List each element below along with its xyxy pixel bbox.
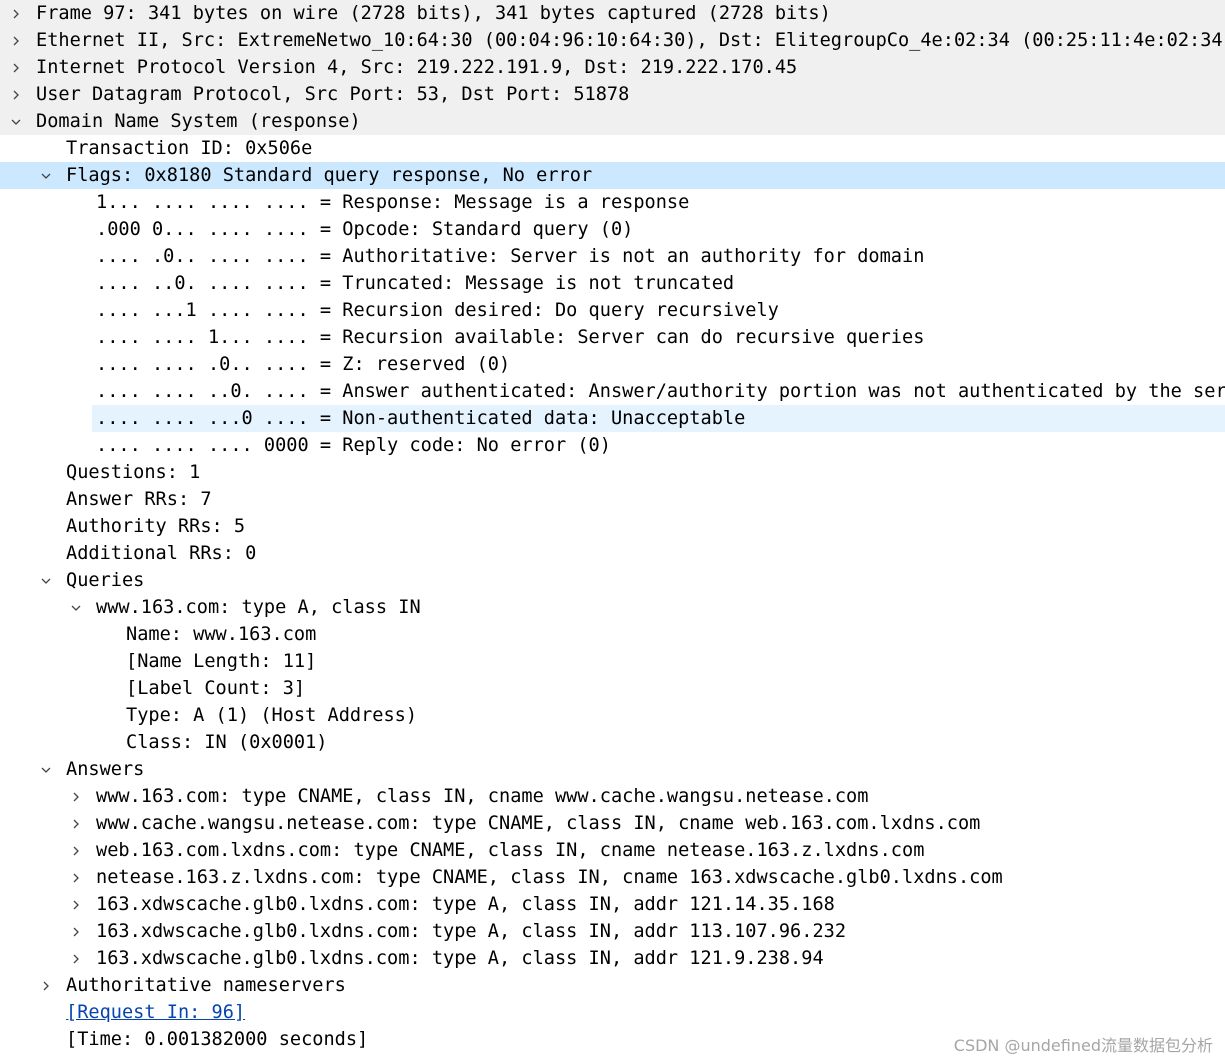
- tree-label: 1... .... .... .... = Response: Message …: [96, 192, 690, 213]
- tree-row-answer-rrs[interactable]: Answer RRs: 7: [0, 486, 1225, 513]
- tree-label: Authority RRs: 5: [66, 516, 246, 537]
- tree-label: Additional RRs: 0: [66, 543, 257, 564]
- tree-label: .000 0... .... .... = Opcode: Standard q…: [96, 219, 634, 240]
- tree-row-answer[interactable]: www.163.com: type CNAME, class IN, cname…: [0, 783, 1225, 810]
- tree-row-additional-rrs[interactable]: Additional RRs: 0: [0, 540, 1225, 567]
- chevron-right-icon[interactable]: [68, 864, 84, 891]
- tree-row-query-field[interactable]: [Label Count: 3]: [0, 675, 1225, 702]
- tree-row-transaction-id[interactable]: Transaction ID: 0x506e: [0, 135, 1225, 162]
- tree-row-flag-bit[interactable]: 1... .... .... .... = Response: Message …: [0, 189, 1225, 216]
- tree-label: Transaction ID: 0x506e: [66, 138, 313, 159]
- tree-row-flags[interactable]: Flags: 0x8180 Standard query response, N…: [0, 162, 1225, 189]
- chevron-right-icon[interactable]: [8, 27, 24, 54]
- tree-row-questions[interactable]: Questions: 1: [0, 459, 1225, 486]
- tree-row-ip[interactable]: Internet Protocol Version 4, Src: 219.22…: [0, 54, 1225, 81]
- tree-label: Domain Name System (response): [36, 111, 361, 132]
- request-in-link[interactable]: [Request In: 96]: [66, 999, 245, 1026]
- chevron-right-icon[interactable]: [68, 891, 84, 918]
- tree-label: Name: www.163.com: [126, 624, 317, 645]
- tree-row-query[interactable]: www.163.com: type A, class IN: [0, 594, 1225, 621]
- tree-label: Internet Protocol Version 4, Src: 219.22…: [36, 57, 798, 78]
- tree-label: .... .... 1... .... = Recursion availabl…: [96, 327, 925, 348]
- tree-row-query-field[interactable]: Class: IN (0x0001): [0, 729, 1225, 756]
- tree-label: www.163.com: type CNAME, class IN, cname…: [96, 786, 869, 807]
- tree-row-ethernet[interactable]: Ethernet II, Src: ExtremeNetwo_10:64:30 …: [0, 27, 1225, 54]
- tree-label: .... .... .0.. .... = Z: reserved (0): [96, 354, 511, 375]
- chevron-down-icon[interactable]: [38, 756, 54, 783]
- chevron-right-icon[interactable]: [8, 0, 24, 27]
- watermark: CSDN @undefined流量数据包分析: [953, 1036, 1213, 1055]
- tree-label: Flags: 0x8180 Standard query response, N…: [66, 165, 593, 186]
- tree-row-answer[interactable]: 163.xdwscache.glb0.lxdns.com: type A, cl…: [0, 891, 1225, 918]
- tree-label: www.163.com: type A, class IN: [96, 597, 421, 618]
- tree-row-answer[interactable]: netease.163.z.lxdns.com: type CNAME, cla…: [0, 864, 1225, 891]
- tree-label: .... ..0. .... .... = Truncated: Message…: [96, 273, 735, 294]
- tree-label: Authoritative nameservers: [66, 975, 346, 996]
- tree-label: .... .... ...0 .... = Non-authenticated …: [96, 408, 746, 429]
- tree-row-query-field[interactable]: Name: www.163.com: [0, 621, 1225, 648]
- chevron-down-icon[interactable]: [38, 567, 54, 594]
- tree-row-query-field[interactable]: [Name Length: 11]: [0, 648, 1225, 675]
- tree-row-dns[interactable]: Domain Name System (response): [0, 108, 1225, 135]
- tree-label: Queries: [66, 570, 145, 591]
- tree-row-answer[interactable]: www.cache.wangsu.netease.com: type CNAME…: [0, 810, 1225, 837]
- tree-label: 163.xdwscache.glb0.lxdns.com: type A, cl…: [96, 921, 847, 942]
- tree-row-flag-bit[interactable]: .... .... 1... .... = Recursion availabl…: [0, 324, 1225, 351]
- tree-row-request-in[interactable]: [Request In: 96]: [0, 999, 1225, 1026]
- chevron-right-icon[interactable]: [68, 837, 84, 864]
- tree-label: 163.xdwscache.glb0.lxdns.com: type A, cl…: [96, 948, 824, 969]
- chevron-down-icon[interactable]: [8, 108, 24, 135]
- tree-label: Class: IN (0x0001): [126, 732, 328, 753]
- tree-label: Questions: 1: [66, 462, 201, 483]
- tree-label: .... .... .... 0000 = Reply code: No err…: [96, 435, 611, 456]
- tree-label: Ethernet II, Src: ExtremeNetwo_10:64:30 …: [36, 30, 1225, 51]
- tree-row-flag-bit[interactable]: .... .... ..0. .... = Answer authenticat…: [0, 378, 1225, 405]
- tree-label: Answers: [66, 759, 145, 780]
- packet-details-tree: Frame 97: 341 bytes on wire (2728 bits),…: [0, 0, 1225, 1053]
- tree-row-flag-bit[interactable]: .... ...1 .... .... = Recursion desired:…: [0, 297, 1225, 324]
- tree-label: .... .... ..0. .... = Answer authenticat…: [96, 381, 1225, 402]
- tree-label: Type: A (1) (Host Address): [126, 705, 418, 726]
- chevron-right-icon[interactable]: [8, 54, 24, 81]
- tree-label: .... .0.. .... .... = Authoritative: Ser…: [96, 246, 925, 267]
- tree-row-flag-bit-highlighted[interactable]: .... .... ...0 .... = Non-authenticated …: [0, 405, 1225, 432]
- tree-row-flag-bit[interactable]: .... .... .0.. .... = Z: reserved (0): [0, 351, 1225, 378]
- tree-row-queries[interactable]: Queries: [0, 567, 1225, 594]
- tree-label: Answer RRs: 7: [66, 489, 212, 510]
- tree-row-answer[interactable]: 163.xdwscache.glb0.lxdns.com: type A, cl…: [0, 945, 1225, 972]
- tree-row-flag-bit[interactable]: .000 0... .... .... = Opcode: Standard q…: [0, 216, 1225, 243]
- tree-row-authority-rrs[interactable]: Authority RRs: 5: [0, 513, 1225, 540]
- tree-label: [Time: 0.001382000 seconds]: [66, 1029, 369, 1050]
- chevron-right-icon[interactable]: [68, 918, 84, 945]
- tree-row-flag-bit[interactable]: .... .... .... 0000 = Reply code: No err…: [0, 432, 1225, 459]
- tree-row-query-field[interactable]: Type: A (1) (Host Address): [0, 702, 1225, 729]
- tree-row-authoritative-nameservers[interactable]: Authoritative nameservers: [0, 972, 1225, 999]
- chevron-down-icon[interactable]: [38, 162, 54, 189]
- tree-row-answer[interactable]: web.163.com.lxdns.com: type CNAME, class…: [0, 837, 1225, 864]
- tree-row-answers[interactable]: Answers: [0, 756, 1225, 783]
- tree-label: .... ...1 .... .... = Recursion desired:…: [96, 300, 779, 321]
- tree-label: [Name Length: 11]: [126, 651, 317, 672]
- chevron-right-icon[interactable]: [38, 972, 54, 999]
- tree-row-udp[interactable]: User Datagram Protocol, Src Port: 53, Ds…: [0, 81, 1225, 108]
- tree-label: www.cache.wangsu.netease.com: type CNAME…: [96, 813, 981, 834]
- tree-label: web.163.com.lxdns.com: type CNAME, class…: [96, 840, 925, 861]
- chevron-right-icon[interactable]: [8, 81, 24, 108]
- tree-row-frame[interactable]: Frame 97: 341 bytes on wire (2728 bits),…: [0, 0, 1225, 27]
- tree-label: User Datagram Protocol, Src Port: 53, Ds…: [36, 84, 630, 105]
- chevron-right-icon[interactable]: [68, 945, 84, 972]
- tree-label: Frame 97: 341 bytes on wire (2728 bits),…: [36, 3, 831, 24]
- chevron-down-icon[interactable]: [68, 594, 84, 621]
- tree-label: 163.xdwscache.glb0.lxdns.com: type A, cl…: [96, 894, 835, 915]
- tree-label: [Label Count: 3]: [126, 678, 306, 699]
- tree-row-flag-bit[interactable]: .... .0.. .... .... = Authoritative: Ser…: [0, 243, 1225, 270]
- chevron-right-icon[interactable]: [68, 810, 84, 837]
- tree-row-flag-bit[interactable]: .... ..0. .... .... = Truncated: Message…: [0, 270, 1225, 297]
- tree-row-answer[interactable]: 163.xdwscache.glb0.lxdns.com: type A, cl…: [0, 918, 1225, 945]
- chevron-right-icon[interactable]: [68, 783, 84, 810]
- tree-label: netease.163.z.lxdns.com: type CNAME, cla…: [96, 867, 1003, 888]
